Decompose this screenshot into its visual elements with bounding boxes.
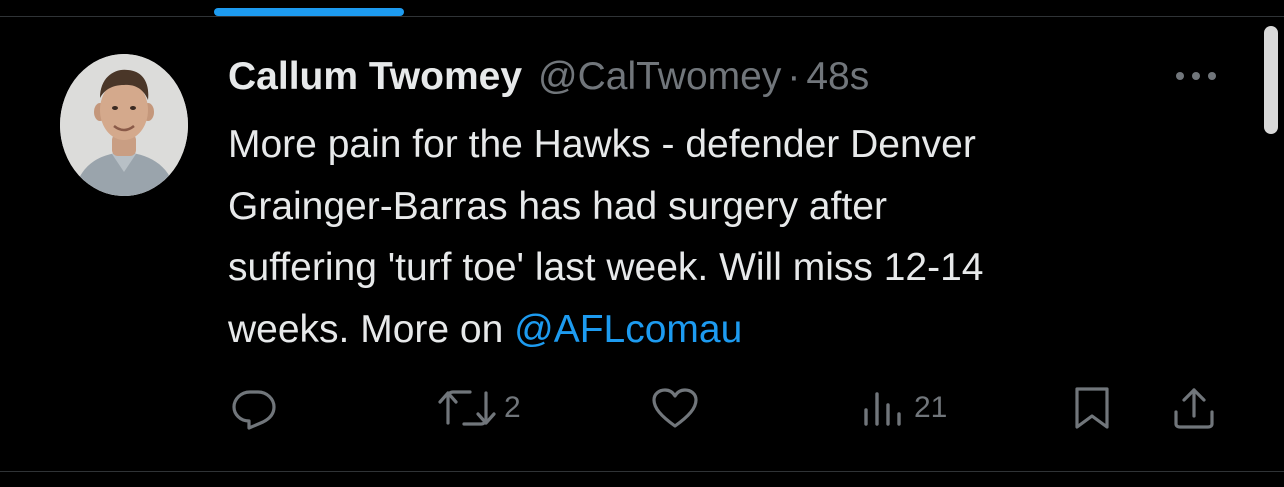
bookmark-button[interactable] bbox=[1072, 384, 1112, 432]
bookmark-icon bbox=[1075, 387, 1109, 429]
reply-icon bbox=[232, 390, 276, 430]
heart-icon bbox=[652, 388, 698, 428]
tweet-text-line: suffering 'turf toe' last week. Will mis… bbox=[228, 246, 984, 289]
author-handle[interactable]: @CalTwomey bbox=[538, 55, 781, 99]
share-icon bbox=[1174, 388, 1214, 429]
retweet-button[interactable]: 2 bbox=[438, 384, 521, 432]
tweet-text-line: Grainger-Barras has had surgery after bbox=[228, 184, 887, 228]
retweet-count: 2 bbox=[504, 391, 521, 424]
author-display-name[interactable]: Callum Twomey bbox=[228, 55, 522, 99]
timeline-screen: Callum Twomey @CalTwomey · 48s More pain… bbox=[0, 0, 1284, 487]
tweet-text-line: More pain for the Hawks - defender Denve… bbox=[228, 123, 976, 166]
views-icon bbox=[864, 392, 901, 426]
profile-photo-icon bbox=[60, 54, 188, 196]
retweet-icon bbox=[438, 390, 496, 426]
more-options-button[interactable] bbox=[1170, 62, 1222, 90]
like-button[interactable] bbox=[651, 384, 707, 432]
tweet-text-last-line: weeks. More on @AFLcomau bbox=[228, 299, 1238, 361]
views-button[interactable]: 21 bbox=[862, 384, 947, 432]
top-divider bbox=[0, 16, 1284, 17]
tweet-text: More pain for the Hawks - defender Denve… bbox=[228, 114, 1238, 360]
share-button[interactable] bbox=[1172, 384, 1216, 432]
active-tab-indicator bbox=[214, 8, 404, 16]
avatar[interactable] bbox=[60, 54, 188, 196]
header-separator: · bbox=[787, 55, 801, 98]
bottom-divider bbox=[0, 471, 1284, 472]
tweet-header: Callum Twomey @CalTwomey · 48s bbox=[228, 52, 869, 102]
ellipsis-icon bbox=[1176, 72, 1216, 80]
tweet-timestamp[interactable]: 48s bbox=[806, 55, 869, 99]
views-count: 21 bbox=[914, 391, 948, 424]
scrollbar-thumb[interactable] bbox=[1264, 26, 1278, 134]
mention-link[interactable]: @AFLcomau bbox=[514, 308, 742, 351]
reply-button[interactable] bbox=[230, 384, 286, 432]
tweet-text-line: weeks. More on bbox=[228, 307, 515, 351]
